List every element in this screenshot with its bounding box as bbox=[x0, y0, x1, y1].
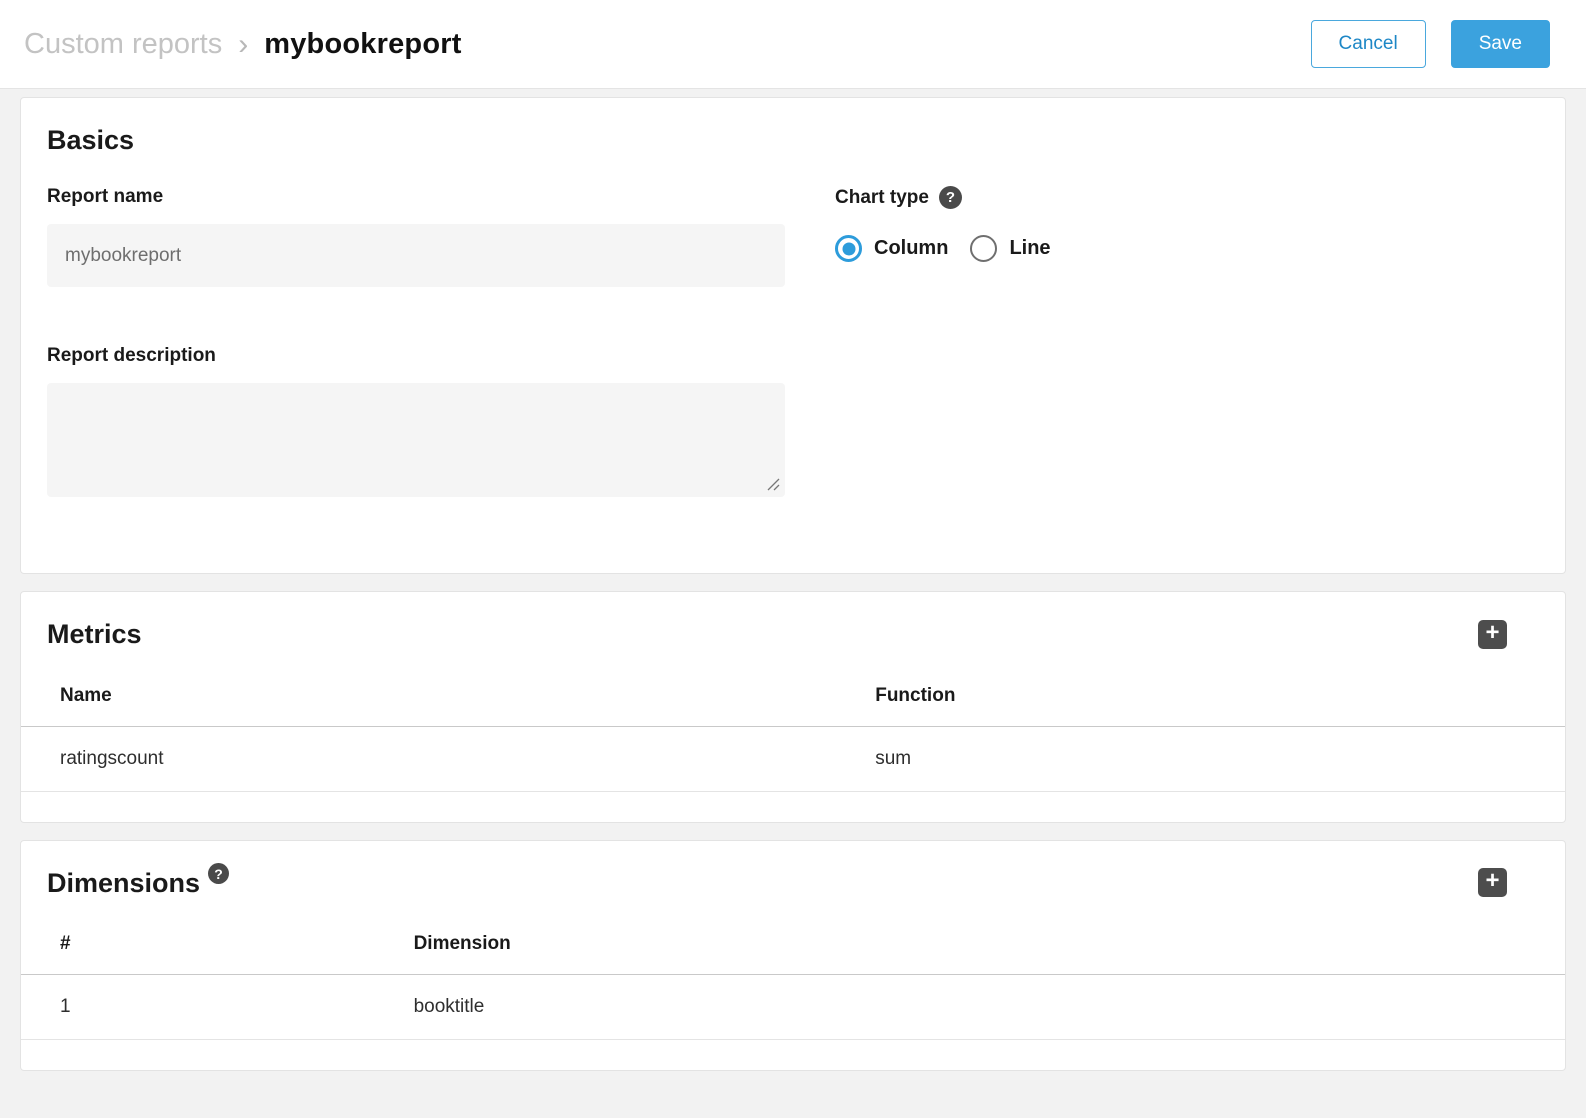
dimensions-table: # Dimension 1 booktitle bbox=[21, 903, 1565, 1040]
dimension-name-cell: booktitle bbox=[375, 975, 1565, 1040]
chart-type-label: Chart type bbox=[835, 187, 929, 209]
dimension-index-cell: 1 bbox=[21, 975, 375, 1040]
help-icon[interactable]: ? bbox=[939, 186, 962, 209]
radio-label: Column bbox=[874, 237, 948, 260]
metrics-column-name: Name bbox=[21, 655, 836, 727]
radio-icon bbox=[835, 235, 862, 262]
plus-icon: + bbox=[1485, 869, 1499, 893]
breadcrumb-current: mybookreport bbox=[264, 28, 461, 61]
radio-icon bbox=[970, 235, 997, 262]
dimensions-header-row: # Dimension bbox=[21, 903, 1565, 975]
chart-type-option-column[interactable]: Column bbox=[835, 235, 948, 262]
top-bar: Custom reports › mybookreport Cancel Sav… bbox=[0, 0, 1586, 89]
report-name-field: Report name bbox=[47, 186, 785, 287]
add-metric-button[interactable]: + bbox=[1478, 620, 1507, 649]
dimensions-title: Dimensions bbox=[47, 867, 200, 899]
basics-card: Basics Report name Report description bbox=[20, 97, 1566, 574]
breadcrumb-parent-link[interactable]: Custom reports bbox=[24, 28, 222, 61]
metrics-title: Metrics bbox=[47, 618, 142, 650]
metric-function-cell: sum bbox=[836, 726, 1565, 791]
report-description-field: Report description bbox=[47, 345, 785, 497]
save-button[interactable]: Save bbox=[1451, 20, 1550, 69]
metrics-card: Metrics + Name Function ratingscount sum bbox=[20, 591, 1566, 822]
basics-title: Basics bbox=[47, 124, 1539, 156]
breadcrumb: Custom reports › mybookreport bbox=[24, 28, 462, 61]
radio-label: Line bbox=[1009, 237, 1050, 260]
report-name-input[interactable] bbox=[47, 224, 785, 287]
add-dimension-button[interactable]: + bbox=[1478, 868, 1507, 897]
chart-type-radio-group: Column Line bbox=[835, 235, 1051, 262]
main-content: Basics Report name Report description bbox=[0, 89, 1586, 1071]
dimensions-card: Dimensions ? + # Dimension 1 booktitle bbox=[20, 840, 1566, 1071]
header-actions: Cancel Save bbox=[1311, 20, 1550, 69]
table-row[interactable]: 1 booktitle bbox=[21, 975, 1565, 1040]
dimensions-column-index: # bbox=[21, 903, 375, 975]
metrics-table: Name Function ratingscount sum bbox=[21, 655, 1565, 792]
report-description-textarea[interactable] bbox=[47, 383, 785, 497]
report-name-label: Report name bbox=[47, 186, 785, 208]
help-icon[interactable]: ? bbox=[208, 863, 229, 884]
chart-type-option-line[interactable]: Line bbox=[970, 235, 1050, 262]
resize-handle-icon[interactable] bbox=[767, 478, 780, 491]
table-row[interactable]: ratingscount sum bbox=[21, 726, 1565, 791]
chevron-right-icon: › bbox=[238, 28, 248, 60]
plus-icon: + bbox=[1485, 621, 1499, 645]
report-description-label: Report description bbox=[47, 345, 785, 367]
metrics-column-function: Function bbox=[836, 655, 1565, 727]
cancel-button[interactable]: Cancel bbox=[1311, 20, 1426, 69]
dimensions-column-dimension: Dimension bbox=[375, 903, 1565, 975]
metrics-header-row: Name Function bbox=[21, 655, 1565, 727]
metric-name-cell: ratingscount bbox=[21, 726, 836, 791]
